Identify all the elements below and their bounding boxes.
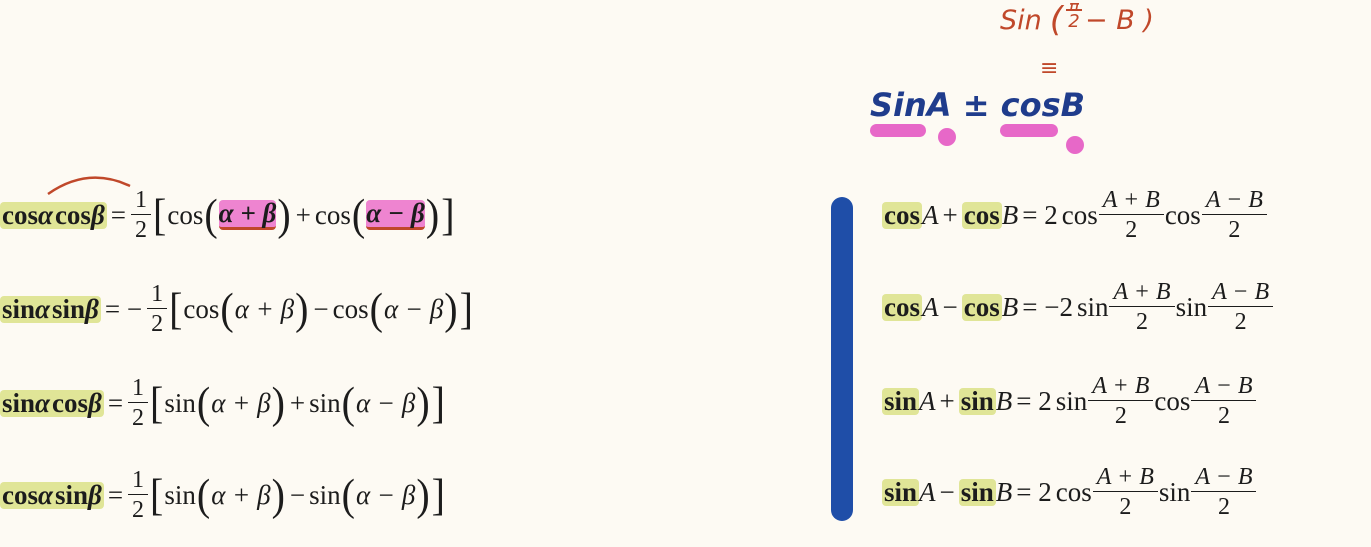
product-formula-sin-cos: sinαcosβ = 12 [ sin(α + β) + sin(α − β) …: [0, 375, 445, 431]
var: B: [1001, 199, 1019, 230]
operator: −: [942, 291, 958, 322]
half-diff-fraction: A − B2: [1208, 280, 1274, 334]
func: cos: [961, 199, 1002, 230]
pink-dot-b: [1066, 136, 1084, 154]
half-sum-fraction: A + B2: [1109, 280, 1175, 334]
term-arg-highlighted: α + β: [218, 198, 277, 230]
term-arg: α − β: [355, 387, 416, 418]
operator: −: [939, 476, 955, 507]
func: cos: [882, 291, 922, 322]
operator: +: [289, 387, 306, 418]
red-note-paren: (: [1049, 0, 1064, 40]
func: cos: [1154, 385, 1191, 416]
red-note-rest: − B ): [1085, 4, 1154, 36]
sum-formula-sin-plus-sin: sin A + sin B = 2 sin A + B2 cos A − B2: [882, 374, 1257, 428]
func: cos: [1061, 199, 1098, 230]
half-diff-fraction: A − B2: [1201, 188, 1267, 242]
operator: +: [295, 199, 311, 230]
half-diff-fraction: A − B2: [1191, 465, 1257, 519]
term-func: cos: [314, 199, 351, 230]
lhs: cosαsinβ: [0, 479, 104, 510]
func: sin: [1076, 291, 1109, 322]
red-equivalence-sign: ≡: [1040, 56, 1059, 81]
pink-marker-sin: [870, 124, 926, 137]
func: cos: [1055, 476, 1092, 507]
term-func: cos: [332, 293, 369, 324]
equals-sign: = 2: [1016, 385, 1052, 416]
var: B: [995, 476, 1013, 507]
blue-divider-bar: [831, 197, 853, 521]
term-arg: α − β: [355, 479, 416, 510]
half-diff-fraction: A − B2: [1191, 374, 1257, 428]
term-func: cos: [183, 293, 220, 324]
equals-sign: = 2: [1022, 199, 1058, 230]
sum-formula-sin-minus-sin: sin A − sin B = 2 cos A + B2 sin A − B2: [882, 465, 1257, 519]
lhs: cosαcosβ: [0, 199, 107, 230]
equals-sign: =: [107, 387, 124, 418]
operator: +: [939, 385, 955, 416]
term-func: sin: [309, 479, 341, 510]
equals-sign: =: [110, 199, 127, 230]
sum-formula-cos-minus-cos: cos A − cos B = −2 sin A + B2 sin A − B2: [882, 280, 1274, 334]
func: sin: [882, 385, 920, 416]
operator: −: [289, 479, 306, 510]
term-func: sin: [164, 479, 196, 510]
func: cos: [882, 199, 922, 230]
product-formula-cos-sin: cosαsinβ = 12 [ sin(α + β) − sin(α − β) …: [0, 467, 445, 523]
lhs: sinαcosβ: [0, 387, 104, 418]
pink-dot-a: [938, 128, 956, 146]
half-fraction: 12: [147, 282, 168, 336]
sum-formula-cos-plus-cos: cos A + cos B = 2 cos A + B2 cos A − B2: [882, 188, 1268, 242]
term-func: sin: [164, 387, 196, 418]
var: B: [1001, 291, 1019, 322]
func: sin: [1055, 385, 1088, 416]
product-formula-sin-sin: sinαsinβ = − 12 [ cos(α + β) − cos(α − β…: [0, 281, 473, 337]
var: A: [922, 199, 939, 230]
half-sum-fraction: A + B2: [1092, 465, 1158, 519]
equals-sign: = −2: [1022, 291, 1073, 322]
term-arg: α + β: [211, 479, 271, 510]
half-fraction: 12: [128, 376, 149, 430]
red-note-sin: Sin: [1000, 4, 1042, 36]
half-fraction: 12: [128, 468, 149, 522]
var: B: [995, 385, 1013, 416]
red-note-fraction: π 2: [1066, 0, 1083, 32]
term-func: sin: [309, 387, 341, 418]
operator: −: [313, 293, 329, 324]
term-arg-highlighted: α − β: [366, 198, 425, 230]
func: sin: [958, 476, 996, 507]
term-arg: α + β: [211, 387, 271, 418]
pink-marker-cos: [1000, 124, 1058, 137]
red-handwritten-note: Sin ( π 2 − B ): [1000, 0, 1154, 40]
lhs: sinαsinβ: [0, 293, 101, 324]
half-sum-fraction: A + B2: [1098, 188, 1164, 242]
func: sin: [1158, 476, 1191, 507]
product-formula-cos-cos: cosαcosβ = 12 [ cos(α + β) + cos(α − β) …: [0, 187, 455, 243]
func: sin: [1175, 291, 1208, 322]
func: cos: [1164, 199, 1201, 230]
red-note-num: π: [1069, 0, 1080, 9]
half-fraction: 12: [131, 188, 152, 242]
blue-handwritten-note: SinA ± cosB: [870, 86, 1086, 124]
term-func: cos: [167, 199, 204, 230]
red-note-den: 2: [1068, 10, 1080, 32]
func: cos: [961, 291, 1002, 322]
equals-sign: = 2: [1016, 476, 1052, 507]
operator: +: [942, 199, 958, 230]
var: A: [919, 476, 936, 507]
var: A: [919, 385, 936, 416]
func: sin: [958, 385, 996, 416]
term-arg: α − β: [383, 293, 444, 324]
half-sum-fraction: A + B2: [1088, 374, 1154, 428]
equals-sign: = −: [104, 293, 143, 324]
var: A: [922, 291, 939, 322]
term-arg: α + β: [234, 293, 295, 324]
equals-sign: =: [107, 479, 124, 510]
func: sin: [882, 476, 920, 507]
